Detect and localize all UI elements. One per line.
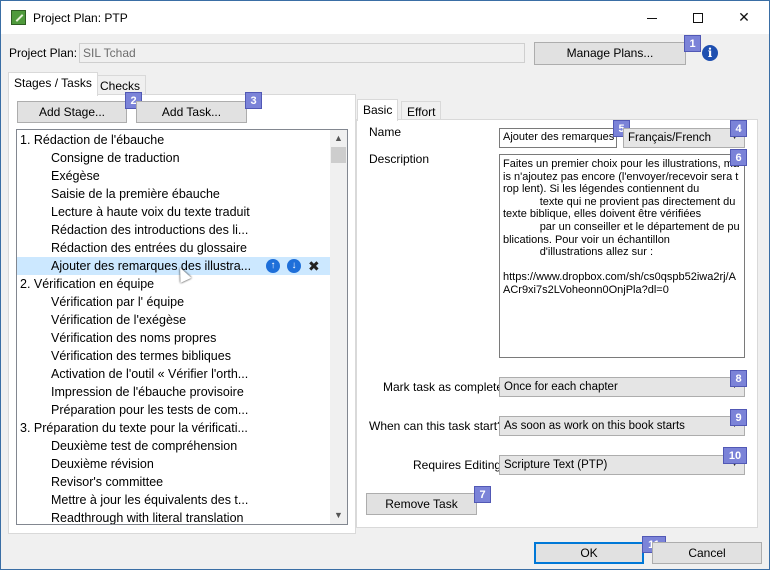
tree-row-label: 3. Préparation du texte pour la vérifica… [20,421,248,435]
tree-task-row[interactable]: Deuxième test de compréhension [17,437,331,455]
close-icon: ✕ [738,9,750,25]
add-stage-button[interactable]: Add Stage... [17,101,127,123]
tree-task-row[interactable]: Activation de l'outil « Vérifier l'orth.… [17,365,331,383]
tree-task-row[interactable]: Impression de l'ébauche provisoire [17,383,331,401]
tree-row-label: Vérification par l' équipe [51,295,185,309]
tree-row-label: Préparation pour les tests de com... [51,403,249,417]
cancel-button[interactable]: Cancel [652,542,762,564]
task-start-value: As soon as work on this book starts [504,420,685,432]
title-bar: Project Plan: PTP ✕ [1,1,769,34]
tree-row-label: Consigne de traduction [51,151,180,165]
tree-row-label: 2. Vérification en équipe [20,277,155,291]
tree-row-label: Lecture à haute voix du texte traduit [51,205,250,219]
minimize-icon [647,17,657,19]
tree-row-label: Exégèse [51,169,100,183]
tree-task-row[interactable]: Vérification par l' équipe [17,293,331,311]
tree-row-label: Deuxième test de compréhension [51,439,238,453]
tree-task-row[interactable]: Deuxième révision [17,455,331,473]
tree-row-label: Vérification de l'exégèse [51,313,187,327]
tree-row-label: Vérification des noms propres [51,331,217,345]
move-up-icon[interactable]: ↑ [266,259,280,273]
badge-4: 4 [730,120,747,137]
tree-row-label: Saisie de la première ébauche [51,187,220,201]
tree-task-row[interactable]: Saisie de la première ébauche [17,185,331,203]
tab-basic[interactable]: Basic [357,99,399,121]
manage-plans-button[interactable]: Manage Plans... [534,42,686,65]
requires-editing-label: Requires Editing [413,458,502,472]
badge-6: 6 [730,149,747,166]
tree-row-label: Readthrough with literal translation [51,511,244,525]
tree-row-label: Revisor's committee [51,475,164,489]
badge-7: 7 [474,486,491,503]
tree-task-row[interactable]: Consigne de traduction [17,149,331,167]
tree-task-row[interactable]: Rédaction des introductions des li... [17,221,331,239]
tree-task-row[interactable]: Mettre à jour les équivalents des t... [17,491,331,509]
tree-row-label: Mettre à jour les équivalents des t... [51,493,249,507]
description-textarea[interactable]: Faites un premier choix pour les illustr… [499,154,745,358]
scroll-up-icon[interactable]: ▲ [330,130,347,147]
tree-task-row[interactable]: Préparation pour les tests de com... [17,401,331,419]
tree-task-row[interactable]: Vérification des noms propres [17,329,331,347]
task-name-input[interactable]: Ajouter des remarques des illustrations [499,128,617,148]
maximize-button[interactable] [675,1,721,33]
tree-stage-row[interactable]: 3. Préparation du texte pour la vérifica… [17,419,331,437]
tree-row-label: Vérification des termes bibliques [51,349,231,363]
tree-stage-row[interactable]: 1. Rédaction de l'ébauche [17,131,331,149]
app-icon [11,10,26,25]
tree-task-row[interactable]: Revisor's committee [17,473,331,491]
mark-complete-value: Once for each chapter [504,381,618,393]
mark-complete-label: Mark task as complete [383,380,504,394]
window-title: Project Plan: PTP [33,11,128,25]
tree-row-label: Rédaction des introductions des li... [51,223,249,237]
scroll-down-icon[interactable]: ▼ [330,507,347,524]
stages-tree[interactable]: 1. Rédaction de l'ébauche Consigne de tra… [16,129,348,525]
minimize-button[interactable] [629,1,675,33]
move-down-icon[interactable]: ↓ [287,259,301,273]
tree-scrollbar[interactable]: ▲ ▼ [330,130,347,524]
badge-3: 3 [245,92,262,109]
maximize-icon [693,13,703,24]
tree-row-label: Rédaction des entrées du glossaire [51,241,247,255]
tree-row-label: 1. Rédaction de l'ébauche [20,133,165,147]
badge-10: 10 [723,447,747,464]
add-task-button[interactable]: Add Task... [136,101,247,123]
tree-task-row[interactable]: Vérification des termes bibliques [17,347,331,365]
project-plan-label: Project Plan: [9,46,78,60]
requires-editing-select[interactable]: Scripture Text (PTP) ▼ [499,455,745,475]
tree-row-label: Impression de l'ébauche provisoire [51,385,244,399]
tree-task-row[interactable]: Readthrough with literal translation [17,509,331,525]
project-plan-window: Project Plan: PTP ✕ Project Plan: SIL Tc… [0,0,770,570]
tab-stages-tasks[interactable]: Stages / Tasks [8,72,98,96]
badge-9: 9 [730,409,747,426]
tree-task-row[interactable]: Rédaction des entrées du glossaire [17,239,331,257]
tree-task-row[interactable]: Vérification de l'exégèse [17,311,331,329]
tree-row-label: Ajouter des remarques des illustra... [51,259,252,273]
tree-task-row[interactable]: Ajouter des remarques des illustra... ↑ ↓ ✖ [17,257,331,275]
ok-button[interactable]: OK [534,542,644,564]
tree-row-label: Activation de l'outil « Vérifier l'orth.… [51,367,249,381]
task-start-label: When can this task start? [369,419,504,433]
close-button[interactable]: ✕ [721,1,767,33]
delete-task-icon[interactable]: ✖ [308,257,320,275]
tree-task-row[interactable]: Exégèse [17,167,331,185]
project-plan-field[interactable]: SIL Tchad [79,43,525,63]
scroll-thumb[interactable] [331,147,346,163]
task-start-select[interactable]: As soon as work on this book starts ▼ [499,416,745,436]
info-icon[interactable]: i [702,45,718,61]
badge-1: 1 [684,35,701,52]
badge-8: 8 [730,370,747,387]
remove-task-button[interactable]: Remove Task [366,493,477,515]
tree-row-label: Deuxième révision [51,457,154,471]
mark-complete-select[interactable]: Once for each chapter ▼ [499,377,745,397]
tree-stage-row[interactable]: 2. Vérification en équipe [17,275,331,293]
tree-task-row[interactable]: Lecture à haute voix du texte traduit [17,203,331,221]
language-value: Français/French [628,132,712,144]
name-label: Name [369,125,402,139]
description-label: Description [369,152,430,166]
language-select[interactable]: Français/French ▼ [623,128,745,148]
requires-editing-value: Scripture Text (PTP) [504,459,608,471]
